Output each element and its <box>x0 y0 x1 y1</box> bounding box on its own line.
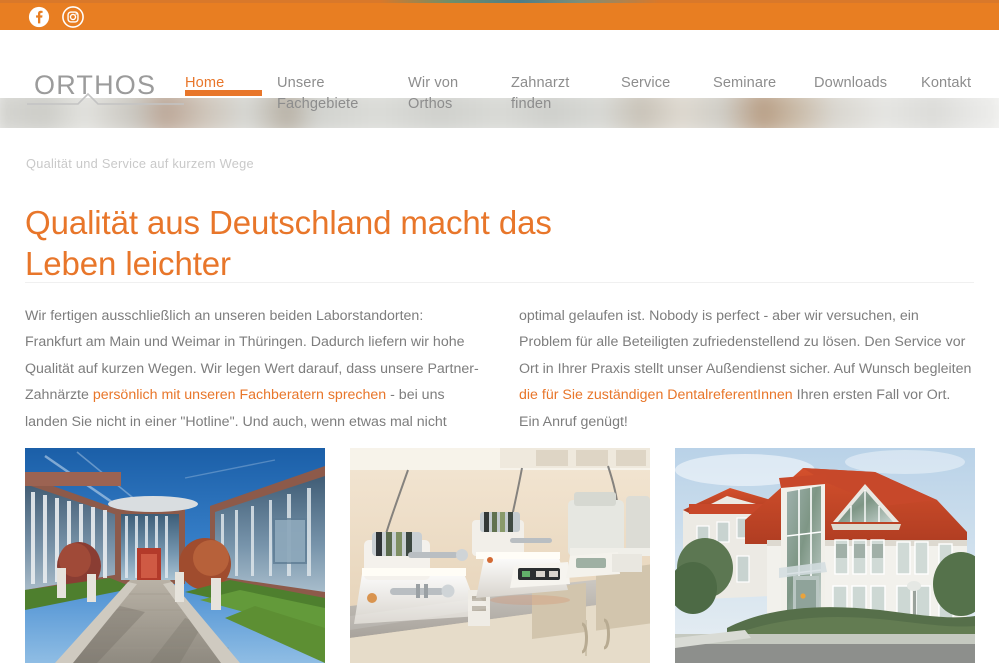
nav-item-kontakt[interactable]: Kontakt <box>921 60 999 94</box>
logo-orthos[interactable]: ORTHOS <box>26 68 186 108</box>
link-fachberater[interactable]: persönlich mit unseren Fachberatern spre… <box>93 387 386 403</box>
page-eyebrow: Qualität und Service auf kurzem Wege <box>26 156 254 171</box>
facebook-icon[interactable] <box>28 6 50 28</box>
nav-item-unsere-fachgebiete[interactable]: Unsere Fachgebiete <box>277 60 408 115</box>
body-column-left: Wir fertigen ausschließlich an unseren b… <box>25 303 480 435</box>
nav-item-service[interactable]: Service <box>621 60 713 94</box>
photo-gallery <box>25 448 975 663</box>
photo-white-building[interactable] <box>675 448 975 663</box>
nav-item-wir-von-orthos[interactable]: Wir von Orthos <box>408 60 511 115</box>
social-bar <box>0 3 999 30</box>
nav-links: Home Unsere Fachgebiete Wir von Orthos Z… <box>185 60 999 128</box>
instagram-icon[interactable] <box>62 5 84 28</box>
body-column-right: optimal gelaufen ist. Nobody is perfect … <box>519 303 974 435</box>
link-dentalreferentinnen[interactable]: die für Sie zuständigen DentalreferentIn… <box>519 387 793 403</box>
photo-dental-lab-equipment[interactable] <box>350 448 650 663</box>
nav-item-home[interactable]: Home <box>185 60 277 94</box>
svg-text:ORTHOS: ORTHOS <box>34 70 156 100</box>
nav-active-indicator <box>185 90 262 96</box>
photo-office-campus[interactable] <box>25 448 325 663</box>
main-navbar: ORTHOS Home Unsere Fachgebiete Wir von O… <box>0 30 999 112</box>
page-title: Qualität aus Deutschland macht das Leben… <box>25 204 552 283</box>
nav-item-zahnarzt-finden[interactable]: Zahnarzt finden <box>511 60 621 115</box>
content-divider <box>25 282 974 283</box>
body-columns: Wir fertigen ausschließlich an unseren b… <box>25 303 974 435</box>
social-icon-group <box>28 5 84 28</box>
nav-item-downloads[interactable]: Downloads <box>814 60 921 94</box>
page-root: ORTHOS Home Unsere Fachgebiete Wir von O… <box>0 0 999 667</box>
nav-item-seminare[interactable]: Seminare <box>713 60 814 94</box>
body-right-text-1: optimal gelaufen ist. Nobody is perfect … <box>519 308 972 377</box>
